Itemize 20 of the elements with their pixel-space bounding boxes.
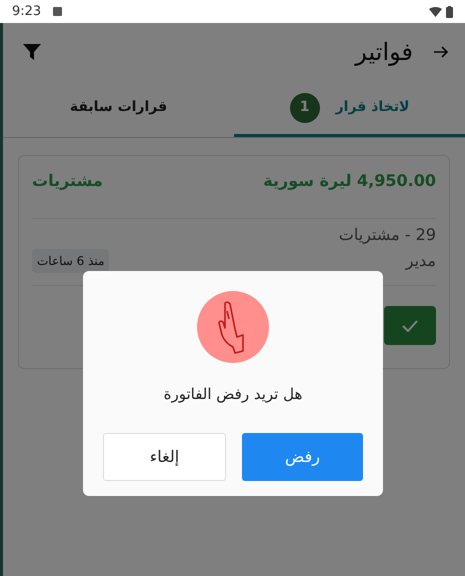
approve-button[interactable] [384,306,436,345]
back-arrow-icon[interactable] [433,45,449,59]
status-time: 9:23 [12,2,42,21]
filter-icon[interactable] [23,44,41,60]
hand-icon [197,291,269,363]
notification-icon [53,7,62,16]
count-badge: 1 [290,92,320,122]
time-badge: منذ 6 ساعات [32,249,110,273]
page-title: فواتير [355,37,413,68]
wifi-icon [429,6,442,16]
invoice-amount: 4,950.00 ليرة سورية [263,170,436,192]
reject-button[interactable]: رفض [242,432,363,480]
tab[interactable]: قرارات سابقة [3,81,234,137]
battery-icon [446,6,453,18]
invoice-category: مشتريات [32,170,103,192]
check-icon [402,320,418,332]
cancel-button[interactable]: إلغاء [103,432,226,480]
dialog-message: هل تريد رفض الفاتورة [164,384,302,405]
invoice-reference: 29 - مشتريات [338,224,436,246]
invoice-role: مدير [406,250,436,272]
